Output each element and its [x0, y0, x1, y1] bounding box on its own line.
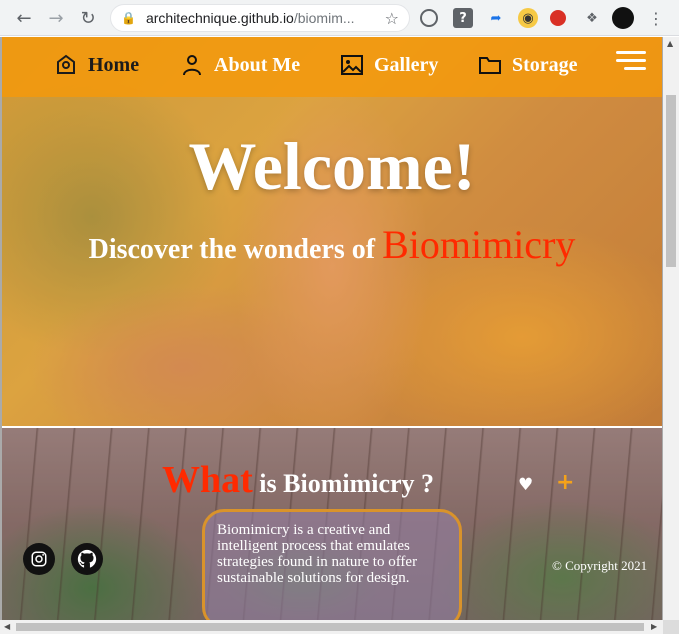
horizontal-scroll-thumb[interactable]: [16, 623, 644, 631]
address-bar[interactable]: 🔒 architechnique.github.io/biomim... ☆: [110, 4, 410, 32]
menu-dots-icon[interactable]: ⋮: [644, 6, 668, 30]
welcome-title: Welcome!: [188, 128, 476, 204]
nav-home[interactable]: Home: [54, 53, 139, 77]
extension-blue-icon[interactable]: ➦: [486, 8, 506, 28]
info-card-text: Biomimicry is a creative and intelligent…: [217, 522, 418, 586]
top-navbar: Home About Me Gallery Storage: [2, 37, 662, 97]
section-heading: What is Biomimicry ?: [162, 458, 434, 502]
profile-avatar[interactable]: [612, 7, 634, 29]
instagram-icon[interactable]: [23, 543, 55, 575]
bookmark-star-icon[interactable]: ☆: [385, 9, 399, 28]
url-path: /biomim...: [293, 10, 355, 26]
hero-subtitle: Discover the wonders of Biomimicry: [2, 221, 662, 268]
nav-about[interactable]: About Me: [180, 53, 300, 77]
heart-icon[interactable]: ♥: [518, 475, 533, 495]
info-card: Biomimicry is a creative and intelligent…: [202, 509, 462, 629]
extension-help-icon[interactable]: ?: [453, 8, 473, 28]
nav-gallery[interactable]: Gallery: [340, 53, 438, 77]
hero-subtitle-accent: Biomimicry: [382, 222, 576, 267]
home-icon: [57, 54, 75, 74]
url-host: architechnique.github.io: [145, 10, 294, 26]
folder-icon: [479, 57, 501, 74]
github-icon[interactable]: [71, 543, 103, 575]
person-icon: [183, 55, 201, 76]
extension-headphones-icon[interactable]: [420, 9, 438, 27]
scrollbar-corner: [663, 620, 679, 634]
forward-icon[interactable]: →: [44, 6, 68, 30]
scroll-up-icon[interactable]: ▲: [667, 39, 673, 48]
browser-toolbar: ← → ↻ 🔒 architechnique.github.io/biomim.…: [0, 0, 679, 36]
hamburger-menu-icon[interactable]: [616, 51, 646, 71]
extension-owl-icon[interactable]: ◉: [518, 8, 538, 28]
reload-icon[interactable]: ↻: [76, 6, 100, 30]
image-icon: [341, 55, 363, 75]
nav-home-label: Home: [88, 54, 140, 76]
extensions-puzzle-icon[interactable]: ❖: [582, 8, 602, 28]
nav-storage-label: Storage: [512, 54, 578, 76]
vertical-scrollbar[interactable]: ▲: [663, 37, 679, 620]
scroll-left-icon[interactable]: ◀: [4, 622, 10, 631]
nav-storage[interactable]: Storage: [478, 53, 578, 77]
vertical-scroll-thumb[interactable]: [666, 95, 676, 267]
copyright-text: © Copyright 2021: [552, 558, 648, 573]
nav-gallery-label: Gallery: [374, 54, 439, 76]
back-icon[interactable]: ←: [12, 6, 36, 30]
section-heading-rest: is Biomimicry ?: [259, 469, 435, 498]
horizontal-scrollbar[interactable]: ◀ ▶: [0, 620, 663, 634]
extension-red-icon[interactable]: [550, 10, 566, 26]
plus-icon[interactable]: +: [556, 470, 574, 495]
scroll-right-icon[interactable]: ▶: [651, 622, 657, 631]
hero-subtitle-prefix: Discover the wonders of: [88, 234, 376, 265]
nav-about-label: About Me: [214, 54, 301, 76]
section-heading-accent: What: [162, 459, 253, 501]
lock-icon: 🔒: [121, 11, 136, 25]
